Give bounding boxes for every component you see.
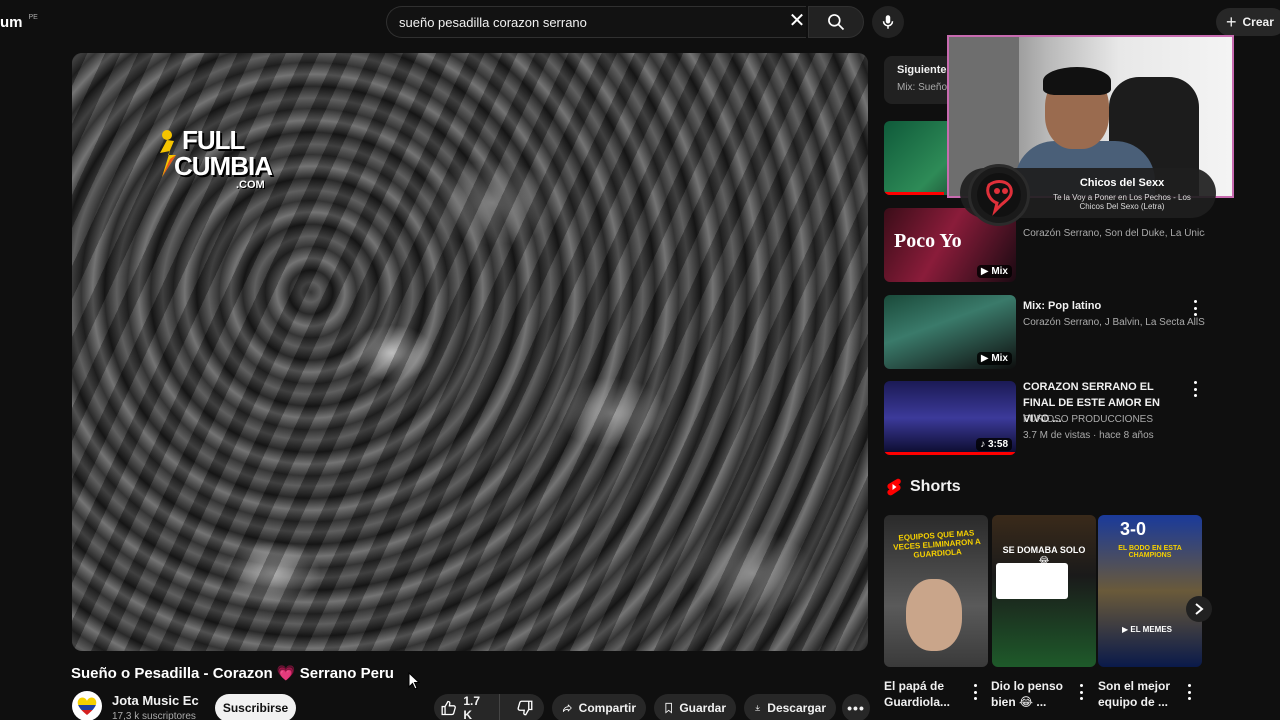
subscribe-button[interactable]: Suscribirse bbox=[215, 694, 296, 720]
heart-emoji: 💗 bbox=[276, 665, 296, 682]
shorts-icon bbox=[887, 478, 901, 496]
horizontal-dots-icon: ••• bbox=[847, 700, 865, 716]
video-channel: Corazón Serrano, J Balvin, La Secta AllS… bbox=[1023, 317, 1205, 328]
more-options-icon[interactable] bbox=[1190, 381, 1200, 397]
voice-search-button[interactable] bbox=[872, 6, 904, 38]
up-next-subtitle: Mix: Sueño bbox=[897, 82, 948, 93]
up-next-box[interactable]: Siguiente: Mix: Sueño bbox=[884, 56, 954, 104]
video-player[interactable]: FULL CUMBIA .COM bbox=[72, 53, 868, 651]
download-icon bbox=[755, 705, 761, 712]
plus-icon: + bbox=[1226, 12, 1237, 32]
more-options-icon[interactable] bbox=[1184, 684, 1194, 700]
video-title[interactable]: Mix: Pop latino bbox=[1023, 298, 1183, 314]
video-title: Sueño o Pesadilla - Corazon 💗 Serrano Pe… bbox=[71, 665, 394, 682]
video-thumbnail[interactable]: ♪ 3:58 bbox=[884, 381, 1016, 455]
short-title[interactable]: Son el mejor equipo de ... bbox=[1098, 678, 1182, 710]
like-count: 1.7 K bbox=[463, 694, 481, 720]
fullcumbia-watermark: FULL CUMBIA .COM bbox=[160, 125, 273, 191]
channel-name[interactable]: Jota Music Ec bbox=[112, 693, 199, 708]
mix-thumbnail[interactable]: ▶︎ Mix bbox=[884, 295, 1016, 369]
more-actions-button[interactable]: ••• bbox=[842, 694, 870, 720]
thumbs-up-icon bbox=[441, 700, 456, 716]
thumbnail-text: Poco Yo bbox=[894, 230, 962, 252]
channel-avatar[interactable] bbox=[72, 691, 102, 720]
youtube-logo-fragment[interactable]: um PE bbox=[0, 14, 38, 31]
dancer-logo-icon bbox=[160, 130, 176, 177]
download-button[interactable]: Descargar bbox=[744, 694, 836, 720]
more-options-icon[interactable] bbox=[970, 684, 980, 700]
short-title[interactable]: Dio lo penso bien 😂 ... bbox=[991, 678, 1075, 710]
mix-badge: ▶︎ Mix bbox=[976, 352, 1012, 365]
country-code: PE bbox=[28, 14, 38, 21]
duration-badge: ♪ 3:58 bbox=[976, 438, 1012, 451]
more-options-icon[interactable] bbox=[1190, 300, 1200, 316]
video-meta: 3.7 M de vistas · hace 8 años bbox=[1023, 430, 1154, 441]
mouse-cursor-icon bbox=[408, 672, 420, 690]
watch-progress-bar bbox=[884, 452, 1016, 455]
shorts-next-button[interactable] bbox=[1186, 596, 1212, 622]
search-box[interactable] bbox=[386, 6, 806, 38]
watch-progress-bar bbox=[884, 192, 944, 195]
mix-badge: ▶︎ Mix bbox=[976, 265, 1012, 278]
ecuador-flag-heart-icon bbox=[77, 697, 97, 715]
microphone-icon bbox=[882, 15, 894, 29]
video-channel: FURIOSO PRODUCCIONES bbox=[1023, 414, 1154, 425]
create-button[interactable]: + Crear bbox=[1216, 8, 1280, 36]
streamer-hair bbox=[1043, 67, 1111, 95]
dislike-button[interactable] bbox=[506, 694, 544, 720]
like-button[interactable]: 1.7 K bbox=[434, 694, 500, 720]
chevron-right-icon bbox=[1195, 603, 1204, 615]
search-button[interactable] bbox=[808, 6, 864, 38]
more-options-icon[interactable] bbox=[1076, 684, 1086, 700]
channel-subscribers: 17,3 k suscriptores bbox=[112, 711, 196, 720]
clear-search-icon[interactable]: ✕ bbox=[786, 10, 808, 32]
watermark-cumbia: CUMBIA bbox=[174, 151, 273, 181]
short-thumbnail-text: EL BODO EN ESTA CHAMPIONS bbox=[1118, 545, 1182, 559]
share-button[interactable]: Compartir bbox=[552, 694, 646, 720]
now-playing-artwork bbox=[968, 164, 1030, 226]
now-playing-subtitle: Te la Voy a Poner en Los Pechos - Los Ch… bbox=[1053, 193, 1191, 211]
band-logo-icon bbox=[977, 173, 1021, 217]
shorts-heading: Shorts bbox=[886, 478, 961, 496]
short-score-text: 3-0 bbox=[1120, 519, 1147, 539]
short-thumbnail[interactable]: EQUIPOS QUE MAS VECES ELIMINARON A GUARD… bbox=[884, 515, 988, 667]
tweet-screenshot bbox=[996, 563, 1068, 599]
save-button[interactable]: Guardar bbox=[654, 694, 736, 720]
short-channel-text: ▶ EL MEMES bbox=[1122, 625, 1173, 634]
short-thumbnail[interactable]: SE DOMABA SOLO 😂 bbox=[992, 515, 1096, 667]
now-playing-title: Chicos del Sexx bbox=[1079, 177, 1165, 189]
search-icon bbox=[828, 14, 845, 31]
share-icon bbox=[562, 704, 572, 712]
person-face bbox=[906, 579, 962, 651]
video-channel: Corazón Serrano, Son del Duke, La Única … bbox=[1023, 228, 1205, 239]
like-dislike-group: 1.7 K bbox=[434, 694, 544, 720]
thumbs-down-icon bbox=[517, 700, 533, 716]
bookmark-icon bbox=[665, 702, 672, 714]
short-thumbnail-text: EQUIPOS QUE MAS VECES ELIMINARON A GUARD… bbox=[892, 528, 982, 560]
search-input[interactable] bbox=[399, 7, 779, 37]
watermark-full: FULL bbox=[182, 125, 245, 155]
short-title[interactable]: El papá de Guardiola... bbox=[884, 678, 968, 710]
short-thumbnail[interactable]: 3-0 EL BODO EN ESTA CHAMPIONS ▶ EL MEMES bbox=[1098, 515, 1202, 667]
up-next-label: Siguiente: bbox=[897, 64, 951, 76]
